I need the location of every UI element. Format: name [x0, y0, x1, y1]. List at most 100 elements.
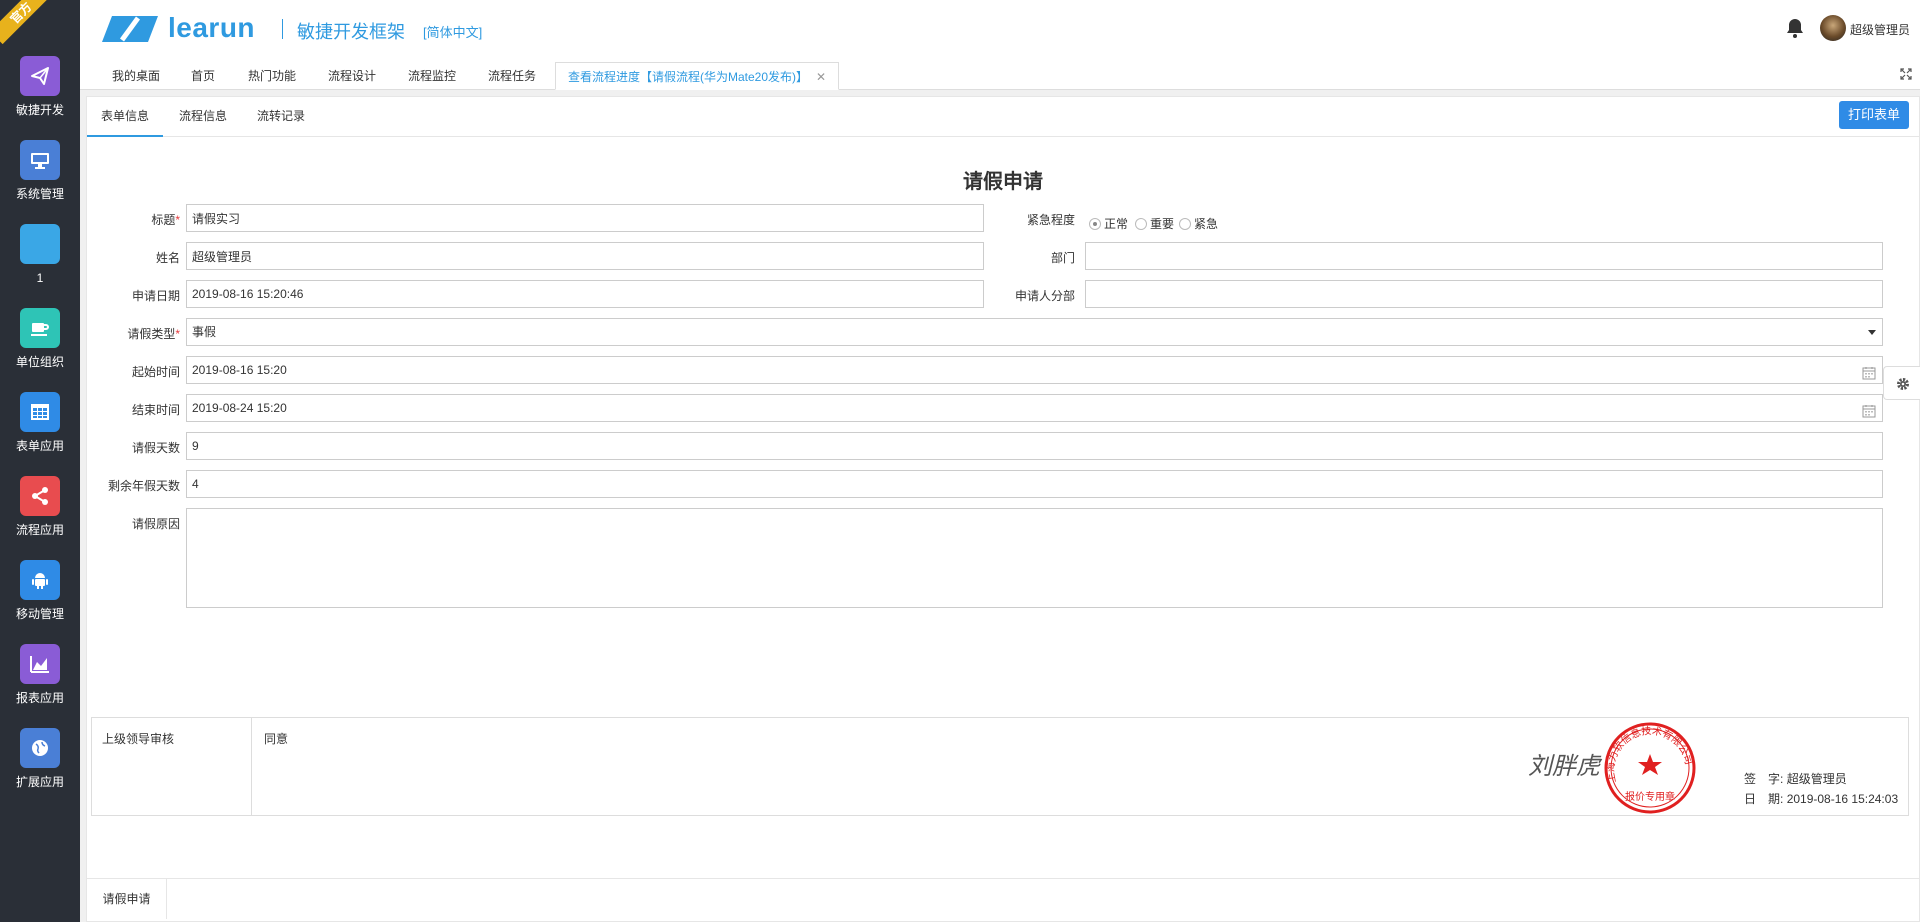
area-chart-icon	[20, 644, 60, 684]
title-input[interactable]	[186, 204, 984, 232]
monitor-icon	[20, 140, 60, 180]
gear-icon	[1897, 378, 1909, 390]
learun-logo	[102, 16, 158, 42]
official-ribbon-label: 官方	[0, 0, 53, 45]
fullscreen-icon[interactable]	[1900, 68, 1912, 83]
calendar-icon[interactable]	[1862, 401, 1876, 427]
sidebar-item-label: 1	[36, 271, 44, 285]
start-time-input[interactable]: 2019-08-16 15:20	[186, 356, 1883, 384]
sidebar-item-report[interactable]: 报表应用	[0, 644, 80, 705]
sign-label: 签 字:	[1744, 772, 1784, 786]
approval-opinion: 同意	[264, 732, 289, 746]
tab-flow-design[interactable]: 流程设计	[316, 62, 388, 90]
tab-hot-features[interactable]: 热门功能	[236, 62, 308, 90]
annual-leave-input[interactable]	[186, 470, 1883, 498]
tab-form-info[interactable]: 表单信息	[87, 97, 164, 137]
apply-date-input[interactable]	[186, 280, 984, 308]
chevron-down-icon	[1868, 330, 1876, 335]
sidebar-item-system[interactable]: 系统管理	[0, 140, 80, 201]
stamp-text: 上海力软信息技术有限公司	[1604, 724, 1694, 784]
annual-leave-label: 剩余年假天数	[107, 479, 180, 493]
logo-text: learun	[168, 12, 256, 43]
sidebar-item-org[interactable]: 单位组织	[0, 308, 80, 369]
user-name[interactable]: 超级管理员	[1850, 21, 1910, 38]
share-icon	[20, 476, 60, 516]
leave-days-label: 请假天数	[131, 441, 180, 455]
apply-date-label: 申请日期	[131, 289, 180, 303]
urgency-urgent-radio[interactable]: 紧急	[1179, 215, 1218, 232]
leave-type-select[interactable]: 事假	[186, 318, 1883, 346]
form-title: 请假申请	[963, 171, 1043, 193]
sidebar-item-extension[interactable]: 扩展应用	[0, 728, 80, 789]
sidebar-item-mobile[interactable]: 移动管理	[0, 560, 80, 621]
form-panel: 表单信息 流程信息 流转记录 打印表单 请假申请 标题* 紧急程度 正常 重要 …	[86, 96, 1920, 922]
approval-label: 上级领导审核	[102, 732, 175, 746]
tab-flow-progress-label: 查看流程进度【请假流程(华为Mate20发布)】	[568, 70, 809, 84]
language-switch[interactable]: [简体中文]	[423, 22, 482, 41]
start-time-label: 起始时间	[131, 365, 180, 379]
end-time-label: 结束时间	[131, 403, 180, 417]
sidebar-item-flow-app[interactable]: 流程应用	[0, 476, 80, 537]
sidebar-item-label: 单位组织	[15, 355, 64, 369]
tab-home[interactable]: 首页	[179, 62, 227, 90]
sidebar-item-label: 扩展应用	[15, 775, 64, 789]
page-tabs: 我的桌面 首页 热门功能 流程设计 流程监控 流程任务 查看流程进度【请假流程(…	[80, 58, 1920, 90]
form-subtabs: 表单信息 流程信息 流转记录 打印表单	[87, 97, 1919, 137]
title-label: 标题*	[151, 213, 180, 227]
leave-days-input[interactable]	[186, 432, 1883, 460]
urgency-normal-radio[interactable]: 正常	[1089, 215, 1128, 232]
urgency-important-radio[interactable]: 重要	[1135, 215, 1174, 232]
radio-checked-icon	[1089, 218, 1101, 230]
approval-sign-block: 签 字: 超级管理员 日 期: 2019-08-16 15:24:03	[1744, 769, 1898, 809]
end-time-value: 2019-08-24 15:20	[192, 401, 287, 415]
radio-icon	[1179, 218, 1191, 230]
sidebar-item-label: 流程应用	[15, 523, 64, 537]
calendar-icon[interactable]	[1862, 363, 1876, 389]
print-form-button[interactable]: 打印表单	[1839, 101, 1909, 129]
sign-date-label: 日 期:	[1744, 792, 1784, 806]
stamp-bottom-text: 报价专用章	[1625, 790, 1675, 803]
tab-flow-info[interactable]: 流程信息	[165, 97, 241, 137]
leave-type-value: 事假	[192, 325, 217, 339]
close-icon[interactable]: ✕	[816, 70, 826, 84]
blank-icon	[20, 224, 60, 264]
approval-label-cell: 上级领导审核	[92, 718, 252, 815]
leave-reason-label: 请假原因	[131, 517, 180, 531]
sidebar-item-label: 移动管理	[15, 607, 64, 621]
sub-dept-input[interactable]	[1085, 280, 1883, 308]
dept-input[interactable]	[1085, 242, 1883, 270]
leave-reason-textarea[interactable]	[186, 508, 1883, 608]
signature-text: 刘胖虎	[1528, 752, 1603, 780]
sidebar-item-agile-dev[interactable]: 敏捷开发	[0, 56, 80, 117]
tab-flow-task[interactable]: 流程任务	[476, 62, 548, 90]
coffee-icon	[20, 308, 60, 348]
sidebar-item-label: 报表应用	[15, 691, 64, 705]
settings-float-button[interactable]	[1883, 366, 1920, 400]
approval-section: 上级领导审核 同意 刘胖虎 上海力软信息技术有限公司 报价专用章 签 字: 超级…	[91, 717, 1909, 816]
sidebar-item-form-app[interactable]: 表单应用	[0, 392, 80, 453]
tab-flow-progress[interactable]: 查看流程进度【请假流程(华为Mate20发布)】 ✕	[555, 62, 840, 90]
leave-type-label: 请假类型*	[127, 327, 180, 341]
left-sidebar: 官方 敏捷开发 系统管理 1 单位组织 表单应用 流程应用 移动管理 报表应用 …	[0, 0, 80, 922]
bell-icon[interactable]	[1786, 18, 1804, 41]
top-header: learun 敏捷开发框架 [简体中文] 超级管理员	[80, 0, 1920, 58]
start-time-value: 2019-08-16 15:20	[192, 363, 287, 377]
end-time-input[interactable]: 2019-08-24 15:20	[186, 394, 1883, 422]
tab-flow-monitor[interactable]: 流程监控	[396, 62, 468, 90]
android-icon	[20, 560, 60, 600]
globe-icon	[20, 728, 60, 768]
sign-date-value: 2019-08-16 15:24:03	[1786, 792, 1899, 806]
logo-divider	[282, 19, 283, 39]
avatar[interactable]	[1820, 15, 1846, 41]
signature-and-stamp: 刘胖虎 上海力软信息技术有限公司 报价专用章	[1528, 722, 1696, 814]
tab-leave-form[interactable]: 请假申请	[87, 879, 167, 919]
radio-icon	[1135, 218, 1147, 230]
tab-desktop[interactable]: 我的桌面	[100, 62, 172, 90]
name-input[interactable]	[186, 242, 984, 270]
tab-flow-records[interactable]: 流转记录	[243, 97, 319, 137]
sign-value: 超级管理员	[1786, 772, 1847, 786]
paper-plane-icon	[20, 56, 60, 96]
bottom-form-tabs: 请假申请	[87, 878, 1920, 919]
sidebar-item-1[interactable]: 1	[0, 224, 80, 285]
sidebar-item-label: 表单应用	[15, 439, 64, 453]
